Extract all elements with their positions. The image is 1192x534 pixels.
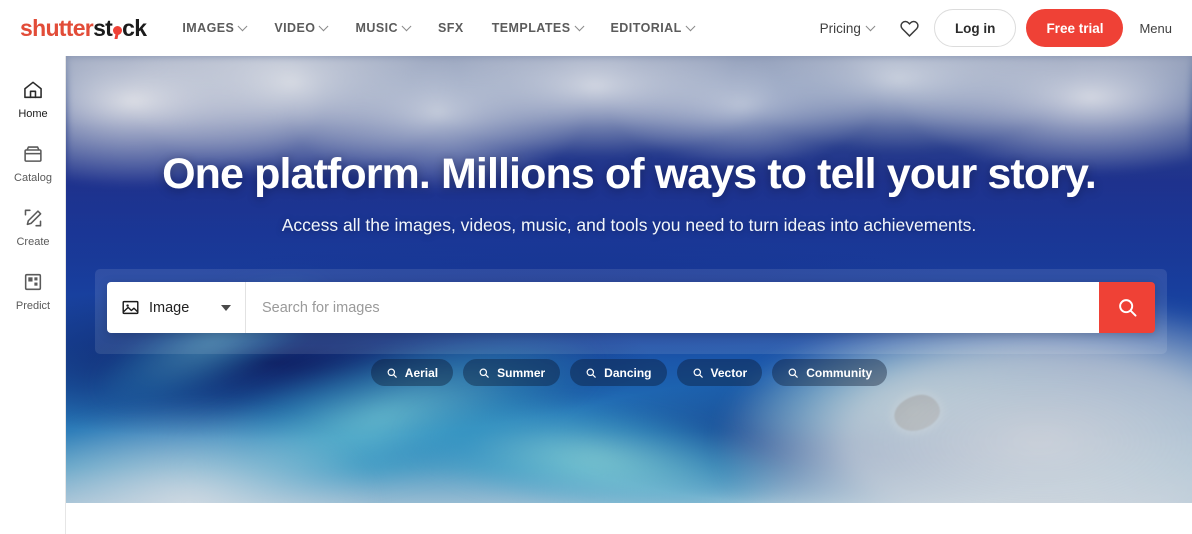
sidebar-item-home[interactable]: Home [0,78,66,140]
sidebar-label-create: Create [16,236,50,248]
catalog-icon [22,142,44,166]
sidebar-label-home: Home [18,108,48,120]
shutterstock-logo[interactable]: shutter st ck [20,14,147,42]
chevron-down-icon [319,20,329,31]
predict-grid-icon [22,270,44,294]
nav-label-templates: TEMPLATES [491,21,571,35]
chevron-down-icon [865,20,876,31]
sidebar-item-predict[interactable]: Predict [0,270,66,332]
logo-text-ck: ck [122,14,147,41]
nav-item-sfx[interactable]: SFX [424,13,478,43]
free-trial-button[interactable]: Free trial [1026,9,1124,47]
nav-label-sfx: SFX [438,21,464,35]
hero-subheadline: Access all the images, videos, music, an… [281,215,977,235]
chevron-down-icon [237,20,248,31]
hero-content: One platform. Millions of ways to tell y… [66,56,1192,503]
chevron-down-icon [401,20,412,31]
nav-item-music[interactable]: MUSIC [341,13,424,43]
chevron-down-icon [574,20,584,31]
page-content-below-hero [66,503,1192,534]
nav-item-images[interactable]: IMAGES [168,13,260,43]
create-pencil-icon [22,206,44,230]
logo-text-st: st [93,14,113,41]
hero-banner: One platform. Millions of ways to tell y… [66,56,1192,503]
nav-item-templates[interactable]: TEMPLATES [478,13,597,43]
nav-label-images: IMAGES [182,21,235,35]
header-actions: Pricing Log in Free trial Menu [810,9,1192,47]
free-trial-label: Free trial [1046,20,1104,36]
sidebar-item-catalog[interactable]: Catalog [0,142,66,204]
main-navigation: IMAGES VIDEO MUSIC SFX TEMPLATES EDITORI… [168,13,707,43]
hero-headline: One platform. Millions of ways to tell y… [162,150,1097,198]
logo-text-shutter: shutter [20,14,94,41]
nav-label-music: MUSIC [355,21,399,35]
pricing-menu[interactable]: Pricing [810,13,884,44]
nav-label-video: VIDEO [274,21,316,35]
nav-label-editorial: EDITORIAL [610,21,682,35]
login-button[interactable]: Log in [933,9,1017,47]
chevron-down-icon [685,20,696,31]
favorites-button[interactable] [892,10,928,46]
sidebar-label-catalog: Catalog [14,172,52,184]
sidebar-label-predict: Predict [15,300,51,312]
top-header: shutter st ck IMAGES VIDEO MUSIC SFX TEMPL… [0,0,1192,56]
sidebar-item-create[interactable]: Create [0,206,66,268]
left-sidebar: Home Catalog Create Predict [0,56,66,534]
heart-icon [900,20,920,37]
menu-button[interactable]: Menu [1123,13,1178,44]
pricing-label: Pricing [819,20,861,36]
logo-dot-icon [112,25,122,35]
nav-item-editorial[interactable]: EDITORIAL [597,13,708,43]
menu-label: Menu [1139,20,1172,36]
login-label: Log in [954,20,996,36]
home-icon [22,78,44,102]
nav-item-video[interactable]: VIDEO [260,13,341,43]
